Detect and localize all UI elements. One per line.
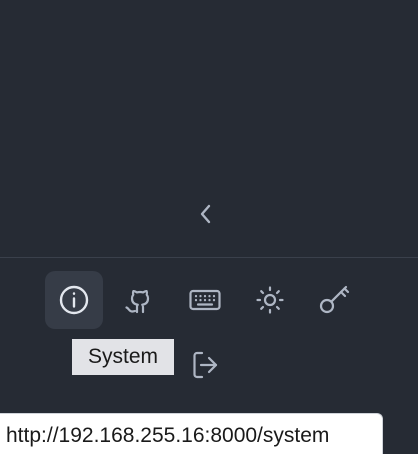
key-icon [319, 285, 350, 314]
chevron-left-icon [200, 204, 211, 224]
system-tooltip: System [72, 339, 174, 375]
logout-button[interactable] [176, 336, 234, 394]
system-info-button[interactable] [45, 271, 103, 329]
theme-toggle-button[interactable] [241, 271, 299, 329]
info-icon [59, 285, 89, 315]
divider [0, 257, 418, 258]
link-status-bar: http://192.168.255.16:8000/system [0, 413, 383, 454]
sidebar-panel: System http://192.168.255.16:8000/system [0, 0, 418, 454]
sun-icon [256, 286, 284, 314]
github-button[interactable] [110, 271, 168, 329]
github-icon [125, 289, 150, 314]
keyboard-shortcuts-button[interactable] [176, 271, 234, 329]
logout-icon [193, 351, 218, 379]
api-keys-button[interactable] [306, 271, 364, 329]
collapse-sidebar-button[interactable] [192, 200, 220, 228]
keyboard-icon [189, 289, 221, 311]
